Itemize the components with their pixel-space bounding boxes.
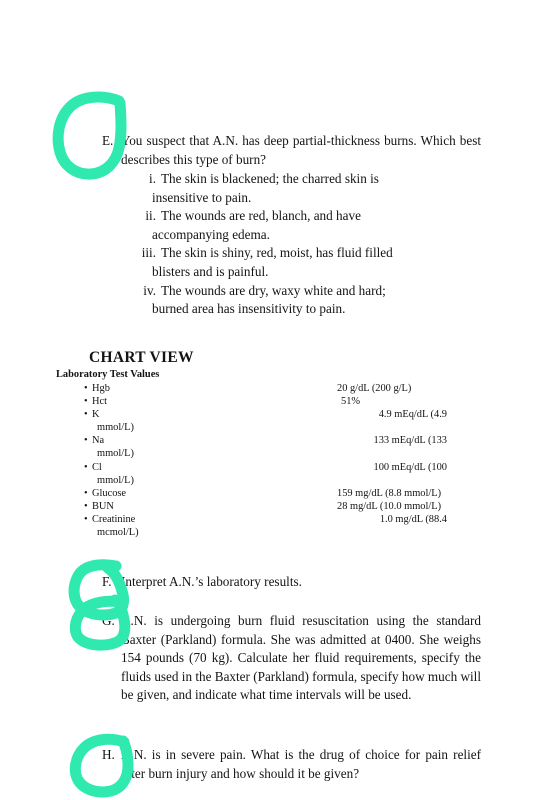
lab-test-name: • Hct [84, 396, 108, 408]
question-h: H. A.N. is in severe pain. What is the d… [102, 746, 481, 783]
bullet-icon: • [84, 487, 88, 499]
lab-row: • K 4.9 mEq/dL (4.9 [0, 408, 533, 421]
bullet-icon: • [84, 396, 88, 408]
question-e-letter: E. [102, 133, 114, 148]
lab-row: • Hgb 20 g/dL (200 g/L) [0, 382, 533, 395]
chart-view-title: CHART VIEW [89, 349, 194, 366]
question-e-options: i. The skin is blackened; the charred sk… [136, 170, 480, 319]
bullet-icon: • [84, 461, 88, 473]
lab-test-value: 28 mg/dL (10.0 mmol/L) [337, 500, 442, 512]
lab-row-continuation: mcmol/L) [0, 526, 533, 539]
option-line-1: The skin is blackened; the charred skin … [161, 171, 379, 186]
bullet-icon: • [84, 513, 88, 525]
option-line-2: blisters and is painful. [152, 263, 269, 279]
lab-test-value: 4.9 mEq/dL (4.9 [378, 409, 447, 421]
option-line-2: accompanying edema. [152, 226, 270, 242]
option-numeral: iv. [143, 282, 156, 298]
bullet-icon: • [84, 409, 88, 421]
chart-view-section: CHART VIEW Laboratory Test Values • Hgb 2… [0, 348, 533, 539]
question-f-text: Interpret A.N.’s laboratory results. [121, 574, 302, 589]
option-text: The skin is shiny, red, moist, has fluid… [152, 244, 480, 281]
lab-test-name: • Creatinine [84, 513, 136, 525]
bullet-icon: • [84, 435, 88, 447]
lab-test-name: • Glucose [84, 487, 127, 499]
lab-test-value-continuation: mmol/L) [97, 448, 134, 460]
question-g-text: A.N. is undergoing burn fluid resuscitat… [121, 613, 482, 703]
lab-row: • Glucose 159 mg/dL (8.8 mmol/L) [0, 487, 533, 500]
lab-values-subtitle: Laboratory Test Values [56, 369, 160, 380]
lab-test-value: 159 mg/dL (8.8 mmol/L) [337, 487, 442, 499]
lab-test-value: 20 g/dL (200 g/L) [337, 383, 412, 394]
option-item: ii. The wounds are red, blanch, and have… [136, 207, 480, 244]
bullet-icon: • [84, 383, 88, 394]
question-g: G. A.N. is undergoing burn fluid resusci… [102, 612, 481, 705]
lab-values-list: • Hgb 20 g/dL (200 g/L) • Hct 51% • K 4.9 m… [0, 382, 533, 539]
lab-test-value-continuation: mmol/L) [97, 422, 134, 434]
question-e-text: You suspect that A.N. has deep partial-t… [121, 133, 481, 167]
lab-test-name: • Na [84, 435, 105, 447]
question-h-text: A.N. is in severe pain. What is the drug… [121, 747, 481, 781]
option-numeral: i. [149, 171, 156, 186]
question-h-letter: H. [102, 747, 115, 762]
lab-test-name: • Cl [84, 461, 102, 473]
lab-row: • Cl 100 mEq/dL (100 [0, 461, 533, 474]
option-item: iv. The wounds are dry, waxy white and h… [136, 282, 480, 319]
option-numeral: ii. [145, 208, 156, 224]
lab-test-value-continuation: mmol/L) [97, 474, 134, 486]
option-numeral: iii. [141, 245, 156, 261]
lab-row: • Hct 51% [0, 395, 533, 408]
lab-test-value: 100 mEq/dL (100 [373, 461, 448, 473]
lab-row-continuation: mmol/L) [0, 421, 533, 434]
option-line-2: insensitive to pain. [152, 189, 252, 205]
lab-test-name: • BUN [84, 500, 114, 512]
lab-row: • BUN 28 mg/dL (10.0 mmol/L) [0, 500, 533, 513]
question-e: E. You suspect that A.N. has deep partia… [102, 132, 481, 169]
lab-test-value: 1.0 mg/dL (88.4 [379, 513, 447, 525]
lab-row-continuation: mmol/L) [0, 474, 533, 487]
lab-test-value: 133 mEq/dL (133 [373, 435, 448, 447]
option-line-1: The skin is shiny, red, moist, has fluid… [161, 245, 393, 261]
lab-test-value: 51% [341, 396, 361, 408]
option-item: i. The skin is blackened; the charred sk… [136, 170, 480, 207]
document-page: E. You suspect that A.N. has deep partia… [0, 0, 533, 800]
option-line-1: The wounds are dry, waxy white and hard; [161, 282, 386, 298]
lab-test-name: • K [84, 409, 100, 421]
question-f: F. Interpret A.N.’s laboratory results. [102, 573, 481, 592]
option-text: The skin is blackened; the charred skin … [152, 170, 480, 207]
lab-test-value-continuation: mcmol/L) [97, 527, 139, 539]
option-text: The wounds are dry, waxy white and hard;… [152, 282, 480, 319]
option-text: The wounds are red, blanch, and have acc… [152, 207, 480, 244]
question-g-letter: G. [102, 613, 115, 628]
bullet-icon: • [84, 500, 88, 512]
lab-row: • Creatinine 1.0 mg/dL (88.4 [0, 513, 533, 526]
option-line-1: The wounds are red, blanch, and have [161, 208, 361, 224]
lab-row-continuation: mmol/L) [0, 447, 533, 460]
option-line-2: burned area has insensitivity to pain. [152, 301, 346, 317]
option-item: iii. The skin is shiny, red, moist, has … [136, 244, 480, 281]
question-f-letter: F. [102, 574, 112, 589]
lab-test-name: • Hgb [84, 383, 110, 394]
lab-row: • Na 133 mEq/dL (133 [0, 434, 533, 447]
